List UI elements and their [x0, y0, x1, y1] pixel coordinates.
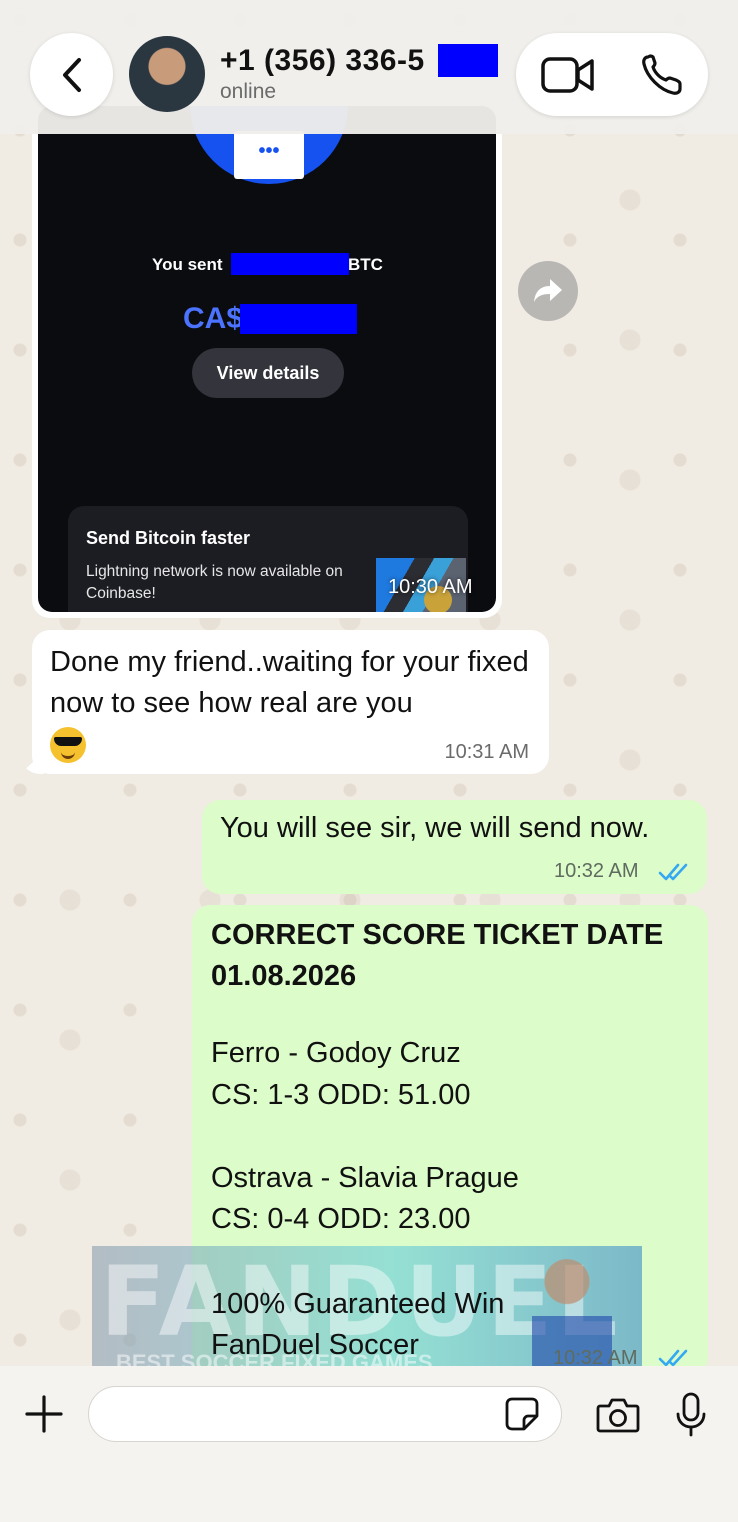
coinbase-screenshot: ••• You sent BTC CA$ View details Send B…	[38, 106, 496, 612]
camera-icon[interactable]	[596, 1396, 640, 1434]
back-button[interactable]	[30, 33, 113, 116]
outgoing-message[interactable]: You will see sir, we will send now. 10:3…	[202, 800, 707, 894]
promo-body: Lightning network is now available on Co…	[86, 563, 343, 602]
match-name: Ostrava - Slavia Prague	[211, 1162, 519, 1194]
message-time: 10:31 AM	[444, 741, 529, 763]
message-time: 10:30 AM	[388, 576, 473, 598]
composer-bar	[0, 1366, 738, 1522]
read-ticks-icon	[658, 863, 688, 881]
microphone-icon[interactable]	[674, 1392, 708, 1438]
forward-icon	[534, 279, 562, 302]
redaction-box	[231, 253, 349, 275]
back-icon	[62, 57, 81, 92]
contact-status: online	[220, 80, 277, 103]
forward-button[interactable]	[518, 261, 578, 321]
contact-name[interactable]: +1 (356) 336-5	[220, 44, 425, 78]
sent-prefix: You sent	[152, 255, 223, 274]
chat-header: +1 (356) 336-5 online	[0, 0, 738, 134]
sticker-icon[interactable]	[504, 1396, 540, 1432]
match-name: Ferro - Godoy Cruz	[211, 1037, 461, 1069]
sent-suffix: BTC	[348, 255, 383, 274]
sunglasses-emoji-icon	[50, 727, 86, 764]
ticket-title: CORRECT SCORE TICKET DATE 01.08.2026	[211, 919, 664, 992]
call-actions	[516, 33, 708, 116]
avatar[interactable]	[129, 36, 205, 112]
match-odds: CS: 0-4 ODD: 23.00	[211, 1203, 471, 1235]
document-icon: •••	[234, 131, 304, 179]
redaction-box	[438, 44, 498, 77]
ticket-footer: FanDuel Soccer	[211, 1329, 419, 1361]
image-message[interactable]: ••• You sent BTC CA$ View details Send B…	[32, 100, 502, 618]
redaction-box	[240, 304, 357, 334]
plus-icon[interactable]	[24, 1394, 64, 1434]
message-time: 10:32 AM	[554, 860, 639, 882]
message-input[interactable]	[88, 1386, 562, 1442]
match-odds: CS: 1-3 ODD: 51.00	[211, 1079, 471, 1111]
video-call-icon[interactable]	[540, 53, 596, 97]
view-details-button: View details	[192, 348, 344, 398]
incoming-message[interactable]: Done my friend..waiting for your fixed n…	[32, 630, 549, 774]
phone-icon[interactable]	[638, 51, 686, 99]
message-body: You will see sir, we will send now.	[220, 812, 650, 844]
amount-currency: CA$	[183, 302, 244, 335]
read-ticks-icon	[658, 1349, 688, 1367]
ticket-footer: 100% Guaranteed Win	[211, 1288, 505, 1320]
promo-title: Send Bitcoin faster	[86, 528, 251, 548]
message-body: Done my friend..waiting for your fixed n…	[50, 646, 529, 719]
